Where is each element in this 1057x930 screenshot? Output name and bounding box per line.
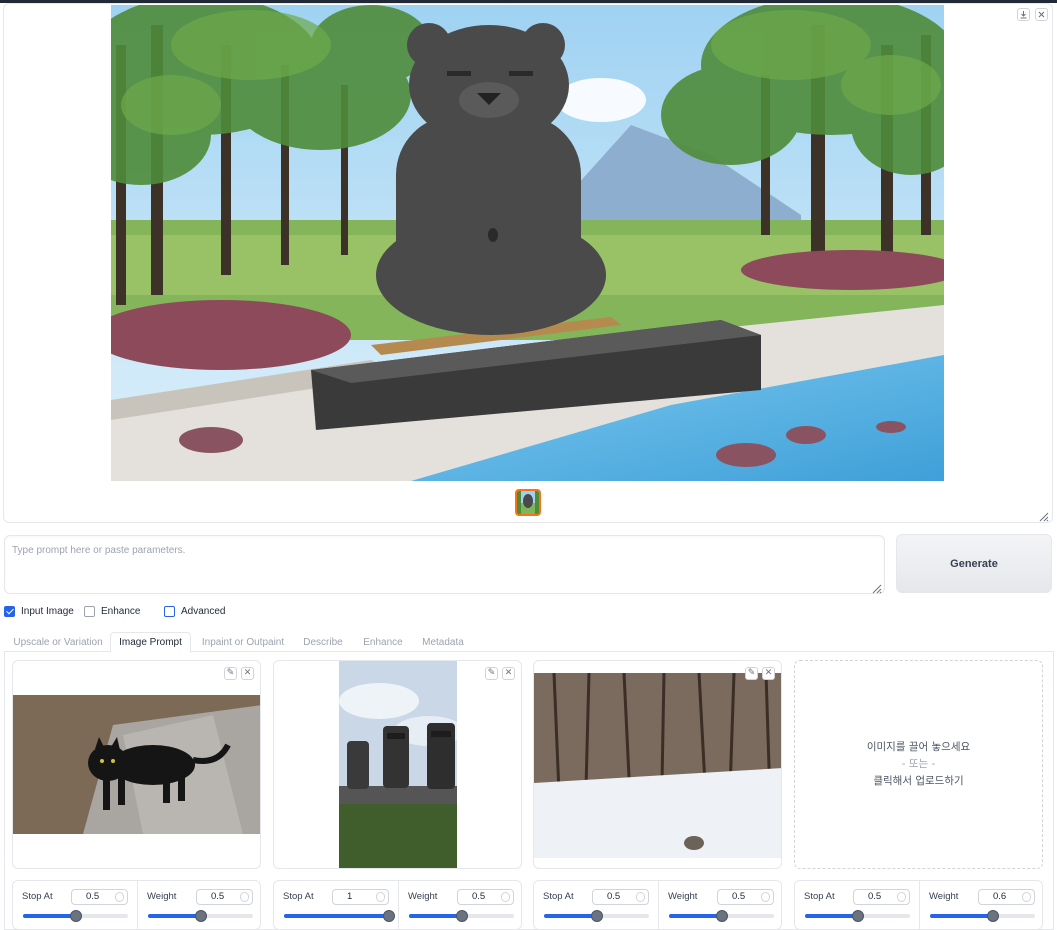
weight-input[interactable]: 0.5 — [196, 889, 253, 905]
slot-4-controls: Stop At 0.5 Weight 0.6 — [794, 880, 1043, 930]
spinner-icon[interactable] — [376, 892, 385, 902]
weight-slider[interactable] — [409, 910, 514, 922]
spinner-icon[interactable] — [115, 892, 124, 902]
spinner-icon[interactable] — [636, 892, 645, 902]
slot-3-controls: Stop At 0.5 Weight 0.5 — [533, 880, 782, 930]
close-icon[interactable]: ✕ — [502, 667, 515, 680]
stop-at-label: Stop At — [22, 891, 53, 902]
tab-describe[interactable]: Describe — [298, 632, 348, 653]
spinner-icon[interactable] — [897, 892, 906, 902]
gallery-thumbnail[interactable] — [515, 489, 541, 516]
prompt-resize-icon[interactable] — [870, 579, 882, 594]
stop-at-slider[interactable] — [544, 910, 649, 922]
weight-slider[interactable] — [669, 910, 774, 922]
slot-1-weight: Weight 0.5 — [137, 881, 261, 929]
bear-statue-scene — [111, 5, 944, 481]
tab-upscale-or-variation[interactable]: Upscale or Variation — [8, 632, 108, 653]
generate-button[interactable]: Generate — [896, 534, 1052, 593]
slider-handle[interactable] — [69, 910, 82, 922]
edit-icon[interactable]: ✎ — [485, 667, 498, 680]
slider-handle[interactable] — [987, 910, 999, 922]
slider-handle[interactable] — [194, 910, 207, 922]
spinner-icon[interactable] — [501, 892, 510, 902]
advanced-checkbox[interactable]: Advanced — [164, 606, 225, 617]
close-icon[interactable]: ✕ — [762, 667, 775, 680]
close-icon[interactable] — [1035, 8, 1048, 21]
weight-input[interactable]: 0.6 — [978, 889, 1035, 905]
resize-handle-icon[interactable] — [1037, 507, 1049, 522]
generated-image[interactable] — [111, 5, 944, 481]
stop-at-input[interactable]: 0.5 — [853, 889, 910, 905]
dropzone-or: - 또는 - — [901, 758, 936, 770]
weight-input[interactable]: 0.5 — [457, 889, 514, 905]
moai-image — [339, 661, 457, 868]
stop-at-input[interactable]: 1 — [332, 889, 389, 905]
slot-2-stop-at: Stop At 1 — [274, 881, 398, 929]
weight-label: Weight — [147, 891, 177, 902]
image-prompt-slot-1[interactable]: ✎ ✕ — [12, 660, 261, 869]
enhance-label: Enhance — [101, 606, 141, 617]
slot-4-stop-at: Stop At 0.5 — [795, 881, 919, 929]
stop-at-label: Stop At — [543, 891, 574, 902]
weight-label: Weight — [929, 891, 959, 902]
image-upload-dropzone[interactable]: 이미지를 끌어 놓으세요 - 또는 - 클릭해서 업로드하기 — [794, 660, 1043, 869]
weight-label: Weight — [668, 891, 698, 902]
input-image-checkbox[interactable]: Input Image — [4, 606, 74, 617]
spinner-icon[interactable] — [240, 892, 249, 902]
enhance-checkbox[interactable]: Enhance — [84, 606, 140, 617]
tab-enhance[interactable]: Enhance — [358, 632, 408, 653]
slot-2-controls: Stop At 1 Weight 0.5 — [273, 880, 522, 930]
image-prompt-slot-2[interactable]: ✎ ✕ — [273, 660, 522, 869]
snowy-forest-image — [534, 673, 781, 858]
weight-input[interactable]: 0.5 — [717, 889, 774, 905]
tab-metadata[interactable]: Metadata — [418, 632, 468, 653]
cat-image — [13, 695, 260, 834]
tab-inpaint-or-outpaint[interactable]: Inpaint or Outpaint — [195, 632, 291, 653]
slider-handle[interactable] — [851, 910, 864, 922]
input-image-check-box[interactable] — [4, 606, 15, 617]
output-gallery — [3, 3, 1053, 523]
slot-3-stop-at: Stop At 0.5 — [534, 881, 658, 929]
advanced-check-box[interactable] — [164, 606, 175, 617]
enhance-check-box[interactable] — [84, 606, 95, 617]
stop-at-slider[interactable] — [23, 910, 128, 922]
edit-icon[interactable]: ✎ — [745, 667, 758, 680]
close-icon[interactable]: ✕ — [241, 667, 254, 680]
stop-at-input[interactable]: 0.5 — [592, 889, 649, 905]
stop-at-slider[interactable] — [805, 910, 910, 922]
slot-1-controls: Stop At 0.5 Weight 0.5 — [12, 880, 261, 930]
stop-at-label: Stop At — [283, 891, 314, 902]
stop-at-label: Stop At — [804, 891, 835, 902]
image-prompt-slot-3[interactable]: ✎ ✕ — [533, 660, 782, 869]
prompt-input[interactable]: Type prompt here or paste parameters. — [4, 535, 885, 594]
slider-handle[interactable] — [715, 910, 728, 922]
slider-handle[interactable] — [590, 910, 603, 922]
slider-handle[interactable] — [383, 910, 395, 922]
stop-at-slider[interactable] — [284, 910, 395, 922]
input-image-label: Input Image — [21, 606, 74, 617]
spinner-icon[interactable] — [761, 892, 770, 902]
prompt-placeholder: Type prompt here or paste parameters. — [12, 545, 186, 556]
download-icon[interactable] — [1017, 8, 1030, 21]
slot-2-weight: Weight 0.5 — [398, 881, 522, 929]
tab-bar: Upscale or Variation Image Prompt Inpain… — [4, 632, 1054, 653]
weight-slider[interactable] — [148, 910, 253, 922]
slider-handle[interactable] — [455, 910, 468, 922]
dropzone-text: 이미지를 끌어 놓으세요 — [866, 741, 971, 753]
dropzone-click-text: 클릭해서 업로드하기 — [873, 775, 964, 787]
slot-3-weight: Weight 0.5 — [658, 881, 782, 929]
weight-label: Weight — [408, 891, 438, 902]
advanced-label: Advanced — [181, 606, 226, 617]
stop-at-input[interactable]: 0.5 — [71, 889, 128, 905]
slot-4-weight: Weight 0.6 — [919, 881, 1043, 929]
spinner-icon[interactable] — [1022, 892, 1031, 902]
weight-slider[interactable] — [930, 910, 1035, 922]
edit-icon[interactable]: ✎ — [224, 667, 237, 680]
tab-image-prompt[interactable]: Image Prompt — [110, 632, 191, 653]
slot-1-stop-at: Stop At 0.5 — [13, 881, 137, 929]
